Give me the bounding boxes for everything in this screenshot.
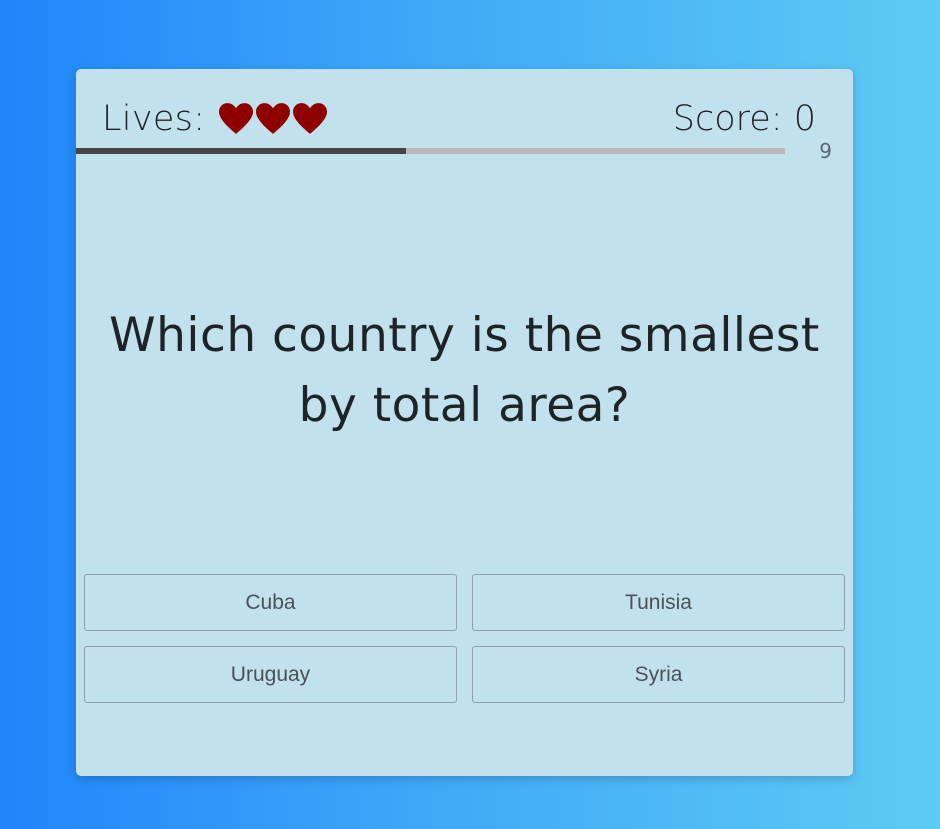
lives-indicator: Lives:: [102, 99, 328, 139]
heart-icon: [256, 103, 291, 135]
hearts-group: [219, 103, 328, 135]
score-display: Score: 0: [672, 99, 816, 139]
timer-progress-fill: [76, 148, 407, 154]
answer-grid: Cuba Tunisia Uruguay Syria: [84, 574, 845, 703]
heart-icon: [293, 103, 328, 135]
answer-button[interactable]: Uruguay: [84, 646, 457, 703]
question-text: Which country is the smallest by total a…: [109, 308, 820, 433]
heart-icon: [219, 103, 254, 135]
timer-countdown: 9: [819, 139, 832, 163]
timer-progress-bar: [76, 148, 785, 154]
answer-button[interactable]: Syria: [472, 646, 845, 703]
answer-button[interactable]: Cuba: [84, 574, 457, 631]
lives-label: Lives:: [102, 99, 206, 139]
answer-button[interactable]: Tunisia: [472, 574, 845, 631]
quiz-header: Lives: Score: 0 9: [76, 69, 853, 163]
quiz-card: Lives: Score: 0 9 Which country is the s…: [76, 69, 853, 776]
